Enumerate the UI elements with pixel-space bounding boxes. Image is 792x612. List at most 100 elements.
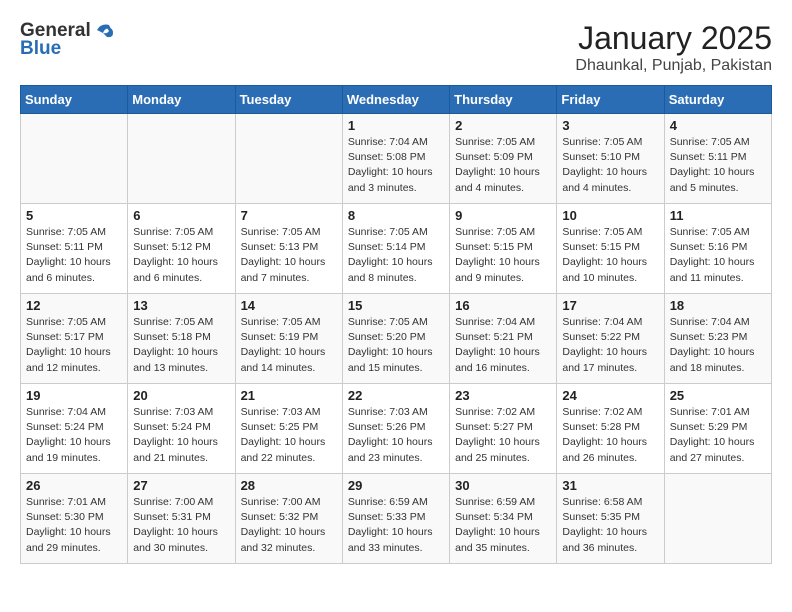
title-block: January 2025 Dhaunkal, Punjab, Pakistan [575,20,772,75]
calendar-cell: 24Sunrise: 7:02 AM Sunset: 5:28 PM Dayli… [557,384,664,474]
day-info: Sunrise: 7:03 AM Sunset: 5:24 PM Dayligh… [133,405,229,466]
day-info: Sunrise: 7:01 AM Sunset: 5:30 PM Dayligh… [26,495,122,556]
day-info: Sunrise: 6:59 AM Sunset: 5:34 PM Dayligh… [455,495,551,556]
day-info: Sunrise: 7:05 AM Sunset: 5:10 PM Dayligh… [562,135,658,196]
day-info: Sunrise: 6:58 AM Sunset: 5:35 PM Dayligh… [562,495,658,556]
calendar-cell: 4 Sunrise: 7:05 AM Sunset: 5:11 PM Daylig… [664,114,771,204]
day-info: Sunrise: 7:00 AM Sunset: 5:31 PM Dayligh… [133,495,229,556]
calendar-cell [235,114,342,204]
day-info: Sunrise: 7:00 AM Sunset: 5:32 PM Dayligh… [241,495,337,556]
calendar-cell: 25 Sunrise: 7:01 AM Sunset: 5:29 PM Dayli… [664,384,771,474]
calendar-week-row: 1 Sunrise: 7:04 AM Sunset: 5:08 PM Daylig… [21,114,772,204]
calendar-cell: 22 Sunrise: 7:03 AM Sunset: 5:26 PM Dayli… [342,384,449,474]
day-info: Sunrise: 7:05 AM Sunset: 5:16 PM Dayligh… [670,225,766,286]
day-info: Sunrise: 7:05 AM Sunset: 5:11 PM Dayligh… [670,135,766,196]
weekday-header: Tuesday [235,86,342,114]
day-number: 13 [133,298,229,313]
day-number: 6 [133,208,229,223]
weekday-header: Wednesday [342,86,449,114]
day-info: Sunrise: 7:04 AM Sunset: 5:08 PM Dayligh… [348,135,444,196]
day-number: 21 [241,388,337,403]
day-number: 2 [455,118,551,133]
calendar-cell [128,114,235,204]
calendar-cell: 3 Sunrise: 7:05 AM Sunset: 5:10 PM Daylig… [557,114,664,204]
day-info: Sunrise: 7:04 AM Sunset: 5:22 PM Dayligh… [562,315,658,376]
calendar-cell: 6Sunrise: 7:05 AM Sunset: 5:12 PM Daylig… [128,204,235,294]
day-info: Sunrise: 7:05 AM Sunset: 5:09 PM Dayligh… [455,135,551,196]
calendar-cell: 17 Sunrise: 7:04 AM Sunset: 5:22 PM Dayli… [557,294,664,384]
day-number: 22 [348,388,444,403]
calendar-table: SundayMondayTuesdayWednesdayThursdayFrid… [20,85,772,564]
calendar-cell: 11 Sunrise: 7:05 AM Sunset: 5:16 PM Dayli… [664,204,771,294]
day-number: 1 [348,118,444,133]
calendar-cell: 31Sunrise: 6:58 AM Sunset: 5:35 PM Dayli… [557,474,664,564]
weekday-header: Sunday [21,86,128,114]
day-info: Sunrise: 7:05 AM Sunset: 5:20 PM Dayligh… [348,315,444,376]
weekday-header: Saturday [664,86,771,114]
day-number: 23 [455,388,551,403]
calendar-cell: 7Sunrise: 7:05 AM Sunset: 5:13 PM Daylig… [235,204,342,294]
weekday-header: Thursday [450,86,557,114]
day-info: Sunrise: 7:03 AM Sunset: 5:26 PM Dayligh… [348,405,444,466]
day-number: 16 [455,298,551,313]
day-number: 28 [241,478,337,493]
day-info: Sunrise: 7:04 AM Sunset: 5:24 PM Dayligh… [26,405,122,466]
calendar-cell: 16Sunrise: 7:04 AM Sunset: 5:21 PM Dayli… [450,294,557,384]
day-info: Sunrise: 7:05 AM Sunset: 5:14 PM Dayligh… [348,225,444,286]
calendar-cell: 12 Sunrise: 7:05 AM Sunset: 5:17 PM Dayli… [21,294,128,384]
day-number: 20 [133,388,229,403]
day-info: Sunrise: 7:05 AM Sunset: 5:18 PM Dayligh… [133,315,229,376]
calendar-cell: 20 Sunrise: 7:03 AM Sunset: 5:24 PM Dayli… [128,384,235,474]
day-number: 14 [241,298,337,313]
day-info: Sunrise: 7:05 AM Sunset: 5:11 PM Dayligh… [26,225,122,286]
calendar-cell: 21 Sunrise: 7:03 AM Sunset: 5:25 PM Dayli… [235,384,342,474]
day-number: 12 [26,298,122,313]
calendar-cell [664,474,771,564]
day-info: Sunrise: 7:05 AM Sunset: 5:17 PM Dayligh… [26,315,122,376]
day-info: Sunrise: 7:05 AM Sunset: 5:13 PM Dayligh… [241,225,337,286]
calendar-cell: 8 Sunrise: 7:05 AM Sunset: 5:14 PM Daylig… [342,204,449,294]
logo-blue-text: Blue [20,38,61,60]
day-info: Sunrise: 7:05 AM Sunset: 5:19 PM Dayligh… [241,315,337,376]
day-info: Sunrise: 7:05 AM Sunset: 5:15 PM Dayligh… [455,225,551,286]
day-number: 9 [455,208,551,223]
header-row: SundayMondayTuesdayWednesdayThursdayFrid… [21,86,772,114]
calendar-title: January 2025 [575,20,772,57]
day-number: 30 [455,478,551,493]
day-number: 15 [348,298,444,313]
calendar-cell: 23 Sunrise: 7:02 AM Sunset: 5:27 PM Dayli… [450,384,557,474]
calendar-cell: 26 Sunrise: 7:01 AM Sunset: 5:30 PM Dayli… [21,474,128,564]
day-number: 10 [562,208,658,223]
day-number: 3 [562,118,658,133]
day-number: 26 [26,478,122,493]
day-number: 8 [348,208,444,223]
calendar-cell: 1 Sunrise: 7:04 AM Sunset: 5:08 PM Daylig… [342,114,449,204]
day-number: 4 [670,118,766,133]
day-number: 5 [26,208,122,223]
day-info: Sunrise: 6:59 AM Sunset: 5:33 PM Dayligh… [348,495,444,556]
calendar-cell: 29 Sunrise: 6:59 AM Sunset: 5:33 PM Dayli… [342,474,449,564]
day-number: 11 [670,208,766,223]
day-number: 18 [670,298,766,313]
calendar-cell: 18Sunrise: 7:04 AM Sunset: 5:23 PM Dayli… [664,294,771,384]
day-number: 25 [670,388,766,403]
page-header: General Blue January 2025 Dhaunkal, Punj… [20,20,772,75]
day-info: Sunrise: 7:02 AM Sunset: 5:27 PM Dayligh… [455,405,551,466]
calendar-week-row: 5 Sunrise: 7:05 AM Sunset: 5:11 PM Daylig… [21,204,772,294]
calendar-cell: 10 Sunrise: 7:05 AM Sunset: 5:15 PM Dayli… [557,204,664,294]
calendar-cell: 5 Sunrise: 7:05 AM Sunset: 5:11 PM Daylig… [21,204,128,294]
calendar-cell: 14 Sunrise: 7:05 AM Sunset: 5:19 PM Dayli… [235,294,342,384]
day-number: 27 [133,478,229,493]
day-number: 29 [348,478,444,493]
logo: General Blue [20,20,115,60]
day-info: Sunrise: 7:01 AM Sunset: 5:29 PM Dayligh… [670,405,766,466]
day-info: Sunrise: 7:03 AM Sunset: 5:25 PM Dayligh… [241,405,337,466]
logo-icon [93,19,115,41]
day-info: Sunrise: 7:05 AM Sunset: 5:15 PM Dayligh… [562,225,658,286]
day-number: 24 [562,388,658,403]
day-number: 19 [26,388,122,403]
calendar-week-row: 12 Sunrise: 7:05 AM Sunset: 5:17 PM Dayli… [21,294,772,384]
calendar-cell: 2 Sunrise: 7:05 AM Sunset: 5:09 PM Daylig… [450,114,557,204]
calendar-cell: 19 Sunrise: 7:04 AM Sunset: 5:24 PM Dayli… [21,384,128,474]
day-number: 17 [562,298,658,313]
